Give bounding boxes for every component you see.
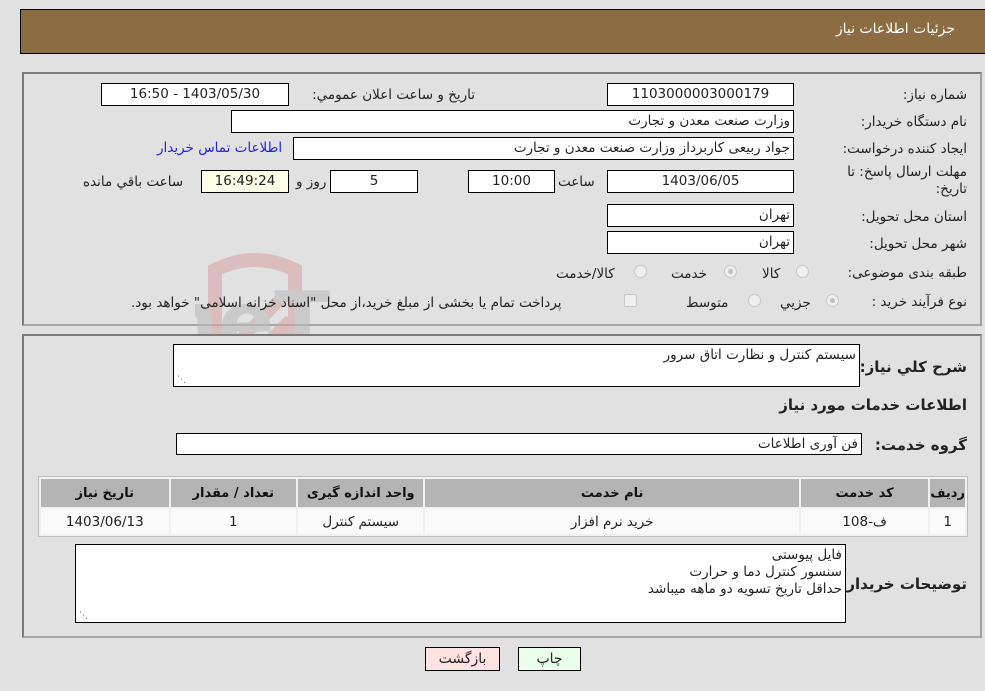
process-label: نوع فرآیند خرید : bbox=[871, 294, 967, 310]
cell-row-number: 1 bbox=[930, 509, 965, 534]
treasury-note: پرداخت تمام یا بخشی از مبلغ خرید،از محل … bbox=[131, 295, 562, 311]
page-title: جزئیات اطلاعات نیاز bbox=[835, 21, 955, 37]
deadline-date-field: 1403/06/05 bbox=[607, 170, 794, 193]
announce-datetime-field: 1403/05/30 - 16:50 bbox=[101, 83, 289, 106]
category-option-goods-service: کالا/خدمت bbox=[556, 266, 615, 282]
days-label: روز و bbox=[296, 174, 327, 190]
city-field: تهران bbox=[607, 231, 794, 254]
buyer-notes-line: سنسور کنترل دما و حرارت bbox=[689, 564, 842, 580]
buyer-notes-line: حداقل تاریخ تسویه دو ماهه میباشد bbox=[647, 581, 842, 597]
treasury-checkbox[interactable] bbox=[624, 294, 637, 307]
process-radio-small[interactable] bbox=[826, 294, 839, 307]
col-service-code: کد خدمت bbox=[800, 479, 929, 507]
days-remaining-field: 5 bbox=[330, 170, 418, 193]
announce-label: تاریخ و ساعت اعلان عمومي: bbox=[312, 87, 475, 103]
buyer-contact-link[interactable]: اطلاعات تماس خريدار bbox=[157, 140, 282, 156]
service-group-label: گروه خدمت: bbox=[874, 436, 967, 454]
resize-grip-icon[interactable]: ⋰ bbox=[176, 375, 186, 385]
col-quantity: تعداد / مقدار bbox=[170, 479, 296, 507]
city-label: شهر محل تحویل: bbox=[869, 236, 967, 252]
remaining-time-label: ساعت باقي مانده bbox=[83, 174, 184, 190]
category-option-goods: کالا bbox=[762, 266, 781, 282]
deadline-time-label: ساعت bbox=[558, 174, 595, 190]
process-option-medium: متوسط bbox=[686, 295, 729, 311]
category-radio-goods[interactable] bbox=[796, 265, 809, 278]
cell-service-name: خرید نرم افزار bbox=[425, 509, 799, 534]
deadline-label: مهلت ارسال پاسخ: تا تاریخ: bbox=[847, 164, 967, 197]
print-button[interactable]: چاپ bbox=[518, 647, 581, 671]
resize-grip-icon[interactable]: ⋰ bbox=[78, 611, 88, 621]
buyer-notes-line: فایل پیوستی bbox=[771, 547, 842, 563]
cell-unit: سیستم کنترل bbox=[298, 509, 424, 534]
category-radio-goods-service[interactable] bbox=[634, 265, 647, 278]
cell-service-code: ف-108 bbox=[800, 509, 929, 534]
services-table: رديف کد خدمت نام خدمت واحد اندازه گیری ت… bbox=[38, 476, 968, 537]
table-row: 1 ف-108 خرید نرم افزار سیستم کنترل 1 140… bbox=[41, 509, 965, 534]
col-need-date: تاريخ نياز bbox=[41, 479, 169, 507]
col-unit: واحد اندازه گیری bbox=[298, 479, 424, 507]
need-number-label: شماره نیاز: bbox=[902, 87, 967, 103]
need-summary-label: شرح کلي نياز: bbox=[859, 358, 967, 376]
services-heading: اطلاعات خدمات مورد نياز bbox=[779, 396, 967, 414]
table-header-row: رديف کد خدمت نام خدمت واحد اندازه گیری ت… bbox=[41, 479, 965, 507]
process-option-small: جزيي bbox=[780, 295, 811, 311]
remaining-time-field: 16:49:24 bbox=[201, 170, 289, 193]
deadline-time-field: 10:00 bbox=[468, 170, 555, 193]
province-label: استان محل تحویل: bbox=[861, 209, 967, 225]
service-group-field: فن آوری اطلاعات bbox=[176, 433, 862, 455]
need-number-field: 1103000003000179 bbox=[607, 83, 794, 106]
creator-field: جواد ربیعی کاربرداز وزارت صنعت معدن و تج… bbox=[293, 137, 794, 160]
buyer-org-field: وزارت صنعت معدن و تجارت bbox=[231, 110, 794, 133]
back-button[interactable]: بازگشت bbox=[425, 647, 500, 671]
col-row-number: رديف bbox=[930, 479, 965, 507]
cell-need-date: 1403/06/13 bbox=[41, 509, 169, 534]
need-summary-textarea[interactable]: سیستم کنترل و نظارت اتاق سرور ⋰ bbox=[173, 344, 860, 387]
category-option-service: خدمت bbox=[671, 266, 707, 282]
buyer-org-label: نام دستگاه خريدار: bbox=[860, 114, 967, 130]
creator-label: ایجاد کننده درخواست: bbox=[842, 141, 967, 157]
province-field: تهران bbox=[607, 204, 794, 227]
category-label: طبقه بندی موضوعی: bbox=[847, 265, 967, 281]
category-radio-service[interactable] bbox=[724, 265, 737, 278]
col-service-name: نام خدمت bbox=[425, 479, 799, 507]
buyer-notes-textarea[interactable]: فایل پیوستی سنسور کنترل دما و حرارت حداق… bbox=[75, 544, 846, 623]
process-radio-medium[interactable] bbox=[748, 294, 761, 307]
cell-quantity: 1 bbox=[170, 509, 296, 534]
need-summary-text: سیستم کنترل و نظارت اتاق سرور bbox=[663, 347, 856, 363]
buyer-notes-label: توضیحات خریدار: bbox=[840, 575, 967, 593]
